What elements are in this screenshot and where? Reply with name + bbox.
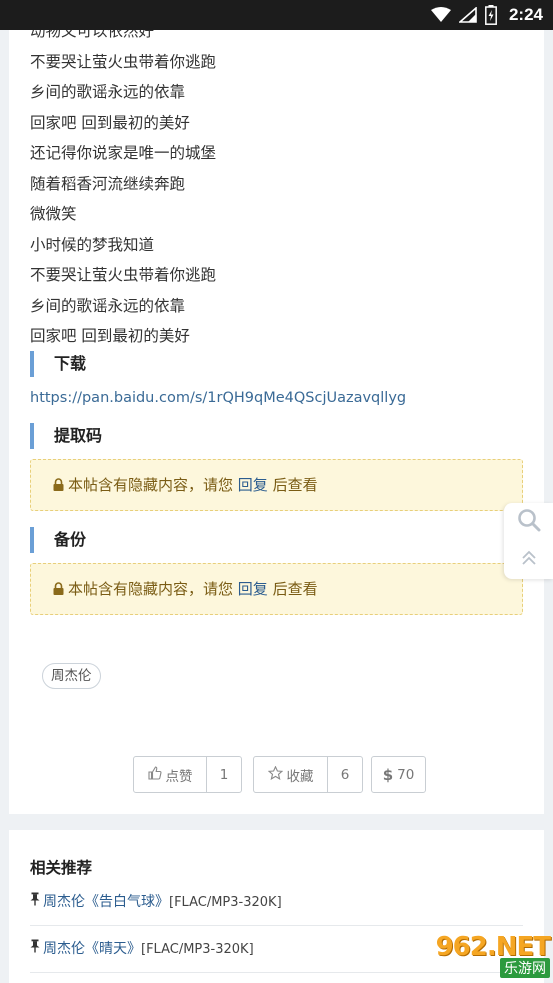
- extract-code-heading: 提取码: [30, 423, 102, 449]
- notice-text: 本帖含有隐藏内容，请您: [68, 580, 234, 598]
- like-button[interactable]: 点赞: [134, 757, 206, 792]
- price-value: 70: [397, 766, 415, 783]
- lyric-line: 乡间的歌谣永远的依靠: [30, 296, 186, 315]
- status-time: 2:24: [508, 5, 543, 24]
- related-title: 相关推荐: [30, 859, 93, 877]
- post-card: 动物又可以依然好 不要哭让萤火虫带着你逃跑 乡间的歌谣永远的依靠 回家吧 回到最…: [9, 30, 544, 814]
- hidden-content-notice: 本帖含有隐藏内容，请您 回复 后查看: [30, 563, 523, 615]
- download-link[interactable]: https://pan.baidu.com/s/1rQH9qMe4QScjUaz…: [30, 390, 406, 406]
- reply-link[interactable]: 回复: [238, 580, 268, 598]
- related-item[interactable]: 周杰伦《告白气球》[FLAC/MP3-320K]: [30, 879, 523, 925]
- related-item-format: [FLAC/MP3-320K]: [141, 942, 254, 957]
- back-to-top-button[interactable]: [504, 541, 553, 579]
- reward-button[interactable]: $ 70: [371, 756, 426, 793]
- reply-link[interactable]: 回复: [238, 476, 268, 494]
- lyric-line: 随着稻香河流继续奔跑: [30, 174, 186, 193]
- chevrons-up-icon: [520, 549, 538, 571]
- pin-icon: [30, 879, 40, 925]
- notice-text-after: 后查看: [272, 580, 318, 598]
- lyric-line: 微微笑: [30, 205, 77, 223]
- site-watermark: 962.NET 乐游网: [415, 930, 551, 980]
- lyric-line: 小时候的梦我知道: [30, 235, 155, 254]
- watermark-sub: 乐游网: [500, 958, 550, 978]
- star-icon: [267, 764, 283, 784]
- lyrics-block: 动物又可以依然好 不要哭让萤火虫带着你逃跑 乡间的歌谣永远的依靠 回家吧 回到最…: [30, 30, 217, 352]
- lyric-line: 不要哭让萤火虫带着你逃跑: [30, 266, 217, 284]
- lyric-line: 回家吧 回到最初的美好: [30, 113, 190, 132]
- dollar-icon: $: [382, 765, 394, 784]
- search-icon: [517, 508, 541, 536]
- favorite-button[interactable]: 收藏: [254, 757, 327, 792]
- like-button-group[interactable]: 点赞 1: [133, 756, 242, 793]
- related-item-link[interactable]: 周杰伦《告白气球》: [43, 894, 169, 910]
- download-heading: 下载: [30, 351, 86, 377]
- floating-tools: [504, 503, 553, 579]
- pin-icon: [30, 926, 40, 972]
- lyric-line: 还记得你说家是唯一的城堡: [30, 144, 217, 162]
- favorite-label: 收藏: [286, 768, 314, 785]
- search-button[interactable]: [504, 503, 553, 541]
- related-item-format: [FLAC/MP3-320K]: [169, 895, 282, 910]
- favorite-count: 6: [327, 757, 362, 792]
- tag-chip[interactable]: 周杰伦: [42, 663, 101, 689]
- notice-text: 本帖含有隐藏内容，请您: [68, 476, 234, 494]
- lyric-line: 回家吧 回到最初的美好: [30, 327, 190, 345]
- notice-text-after: 后查看: [272, 476, 318, 494]
- wifi-icon: [430, 7, 451, 23]
- lock-icon: [53, 565, 64, 615]
- hidden-content-notice: 本帖含有隐藏内容，请您 回复 后查看: [30, 459, 523, 511]
- like-label: 点赞: [165, 768, 193, 785]
- status-bar: 2:24: [0, 0, 553, 30]
- battery-icon: [485, 5, 497, 25]
- favorite-button-group[interactable]: 收藏 6: [253, 756, 363, 793]
- like-count: 1: [206, 757, 241, 792]
- thumbs-up-icon: [147, 765, 162, 784]
- signal-icon: [458, 7, 477, 23]
- lyric-line: 不要哭让萤火虫带着你逃跑: [30, 52, 217, 71]
- lyric-line: 乡间的歌谣永远的依靠: [30, 83, 186, 101]
- backup-heading: 备份: [30, 527, 86, 553]
- related-item-link[interactable]: 周杰伦《晴天》: [43, 941, 141, 957]
- lock-icon: [53, 461, 64, 511]
- lyric-line: 动物又可以依然好: [30, 30, 155, 40]
